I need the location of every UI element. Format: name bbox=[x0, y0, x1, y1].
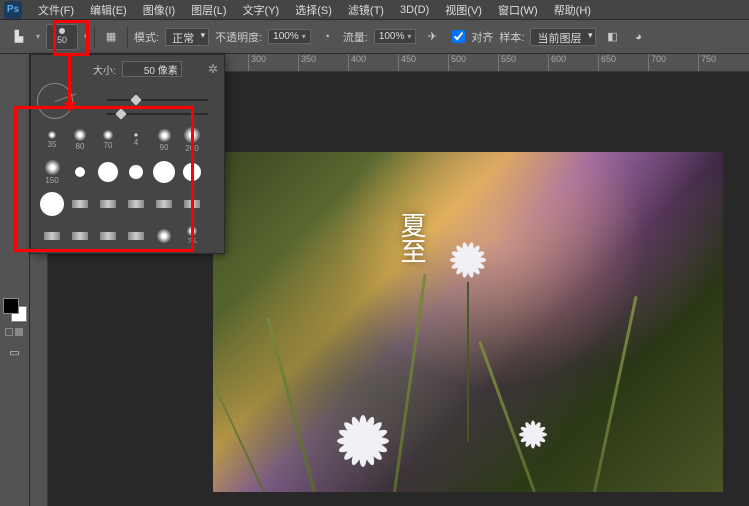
brush-preset[interactable]: 150 bbox=[39, 157, 65, 187]
brush-preset[interactable]: 35 bbox=[39, 125, 65, 155]
brush-preset[interactable]: 70 bbox=[95, 125, 121, 155]
left-toolbar: ▭ bbox=[0, 54, 30, 506]
quick-mask-toggle[interactable] bbox=[5, 328, 25, 336]
menu-file[interactable]: 文件(F) bbox=[30, 2, 82, 18]
airbrush-icon[interactable]: ✈ bbox=[422, 27, 442, 47]
app-logo: Ps bbox=[4, 1, 22, 19]
brush-preset[interactable] bbox=[67, 157, 93, 187]
divider bbox=[127, 26, 128, 48]
color-swatches[interactable] bbox=[3, 298, 27, 322]
pressure-opacity-icon[interactable]: ◔ bbox=[317, 27, 337, 47]
grass-blade bbox=[266, 318, 315, 492]
chevron-down-icon[interactable]: ▾ bbox=[84, 32, 88, 41]
ignore-adj-icon[interactable]: ◧ bbox=[602, 27, 622, 47]
screen-mode-icon[interactable]: ▭ bbox=[5, 342, 25, 362]
size-input[interactable]: 50 像素 bbox=[122, 61, 182, 77]
options-bar: ▙ ▾ 50 ▾ ▦ 模式: 正常 不透明度: 100%▾ ◔ 流量: 100%… bbox=[0, 20, 749, 54]
brush-preset[interactable]: 90 bbox=[151, 125, 177, 155]
brush-preset[interactable] bbox=[67, 189, 93, 219]
aligned-checkbox[interactable] bbox=[452, 30, 465, 43]
brush-preset[interactable] bbox=[39, 221, 65, 243]
menu-select[interactable]: 选择(S) bbox=[287, 2, 340, 18]
brush-preset[interactable] bbox=[123, 157, 149, 187]
menu-layer[interactable]: 图层(L) bbox=[183, 2, 234, 18]
brush-preset[interactable] bbox=[123, 221, 149, 243]
flow-label: 流量: bbox=[343, 29, 368, 45]
menu-type[interactable]: 文字(Y) bbox=[235, 2, 288, 18]
grass-blade bbox=[593, 296, 638, 492]
sample-label: 样本: bbox=[499, 29, 524, 45]
blend-mode-select[interactable]: 正常 bbox=[165, 28, 209, 46]
clone-stamp-tool-icon[interactable]: ▙ bbox=[8, 26, 30, 48]
daisy-flower bbox=[443, 232, 493, 442]
brush-preset[interactable]: 200 bbox=[179, 125, 205, 155]
menu-filter[interactable]: 滤镜(T) bbox=[340, 2, 392, 18]
aligned-label: 对齐 bbox=[471, 29, 493, 45]
brush-dot-icon bbox=[59, 28, 65, 34]
hardness-slider[interactable] bbox=[87, 109, 218, 119]
brush-preset-picker[interactable]: 50 bbox=[46, 24, 78, 50]
brush-preset[interactable]: 4 bbox=[123, 125, 149, 155]
opacity-value: 100% bbox=[273, 31, 299, 42]
menu-help[interactable]: 帮助(H) bbox=[546, 2, 599, 18]
brush-angle-control[interactable] bbox=[37, 83, 73, 119]
menu-3d[interactable]: 3D(D) bbox=[392, 4, 437, 16]
brush-preset[interactable]: 80 bbox=[67, 125, 93, 155]
brush-preset[interactable] bbox=[179, 189, 205, 219]
canvas-text: 夏至 bbox=[393, 212, 430, 264]
brush-preset[interactable] bbox=[39, 189, 65, 219]
brush-preset[interactable] bbox=[151, 157, 177, 187]
sample-select[interactable]: 当前图层 bbox=[530, 28, 596, 46]
daisy-flower bbox=[513, 412, 553, 452]
menubar: Ps 文件(F) 编辑(E) 图像(I) 图层(L) 文字(Y) 选择(S) 滤… bbox=[0, 0, 749, 20]
mode-label: 模式: bbox=[134, 29, 159, 45]
size-label: 大小: bbox=[93, 62, 116, 77]
size-slider[interactable] bbox=[87, 95, 218, 105]
brush-preset-panel: 大小: 50 像素 ✲ 3580704902001502550 bbox=[30, 54, 225, 254]
menu-edit[interactable]: 编辑(E) bbox=[82, 2, 135, 18]
brush-panel-toggle-icon[interactable]: ▦ bbox=[101, 27, 121, 47]
opacity-input[interactable]: 100%▾ bbox=[268, 29, 311, 44]
divider bbox=[94, 26, 95, 48]
opacity-label: 不透明度: bbox=[215, 29, 262, 45]
brush-preset[interactable] bbox=[95, 157, 121, 187]
menu-view[interactable]: 视图(V) bbox=[437, 2, 490, 18]
flow-value: 100% bbox=[379, 31, 405, 42]
brush-preset[interactable] bbox=[123, 189, 149, 219]
brush-preset[interactable] bbox=[67, 221, 93, 243]
pressure-size-icon[interactable]: ◕ bbox=[628, 27, 648, 47]
brush-preset[interactable] bbox=[151, 221, 177, 243]
brush-preset[interactable]: 25 bbox=[179, 221, 205, 243]
menu-image[interactable]: 图像(I) bbox=[135, 2, 183, 18]
grass-blade bbox=[213, 365, 265, 492]
brush-size-label: 50 bbox=[57, 35, 67, 45]
gear-icon[interactable]: ✲ bbox=[208, 62, 218, 76]
canvas[interactable]: 夏至 bbox=[213, 152, 723, 492]
foreground-color[interactable] bbox=[3, 298, 19, 314]
menu-window[interactable]: 窗口(W) bbox=[490, 2, 546, 18]
chevron-down-icon[interactable]: ▾ bbox=[36, 32, 40, 41]
brush-presets-grid: 3580704902001502550 bbox=[37, 123, 218, 243]
brush-preset[interactable] bbox=[151, 189, 177, 219]
brush-preset[interactable] bbox=[95, 221, 121, 243]
grass-blade bbox=[393, 274, 427, 492]
brush-preset[interactable] bbox=[95, 189, 121, 219]
daisy-flower bbox=[328, 402, 398, 472]
brush-preset[interactable] bbox=[179, 157, 205, 187]
flow-input[interactable]: 100%▾ bbox=[374, 29, 417, 44]
